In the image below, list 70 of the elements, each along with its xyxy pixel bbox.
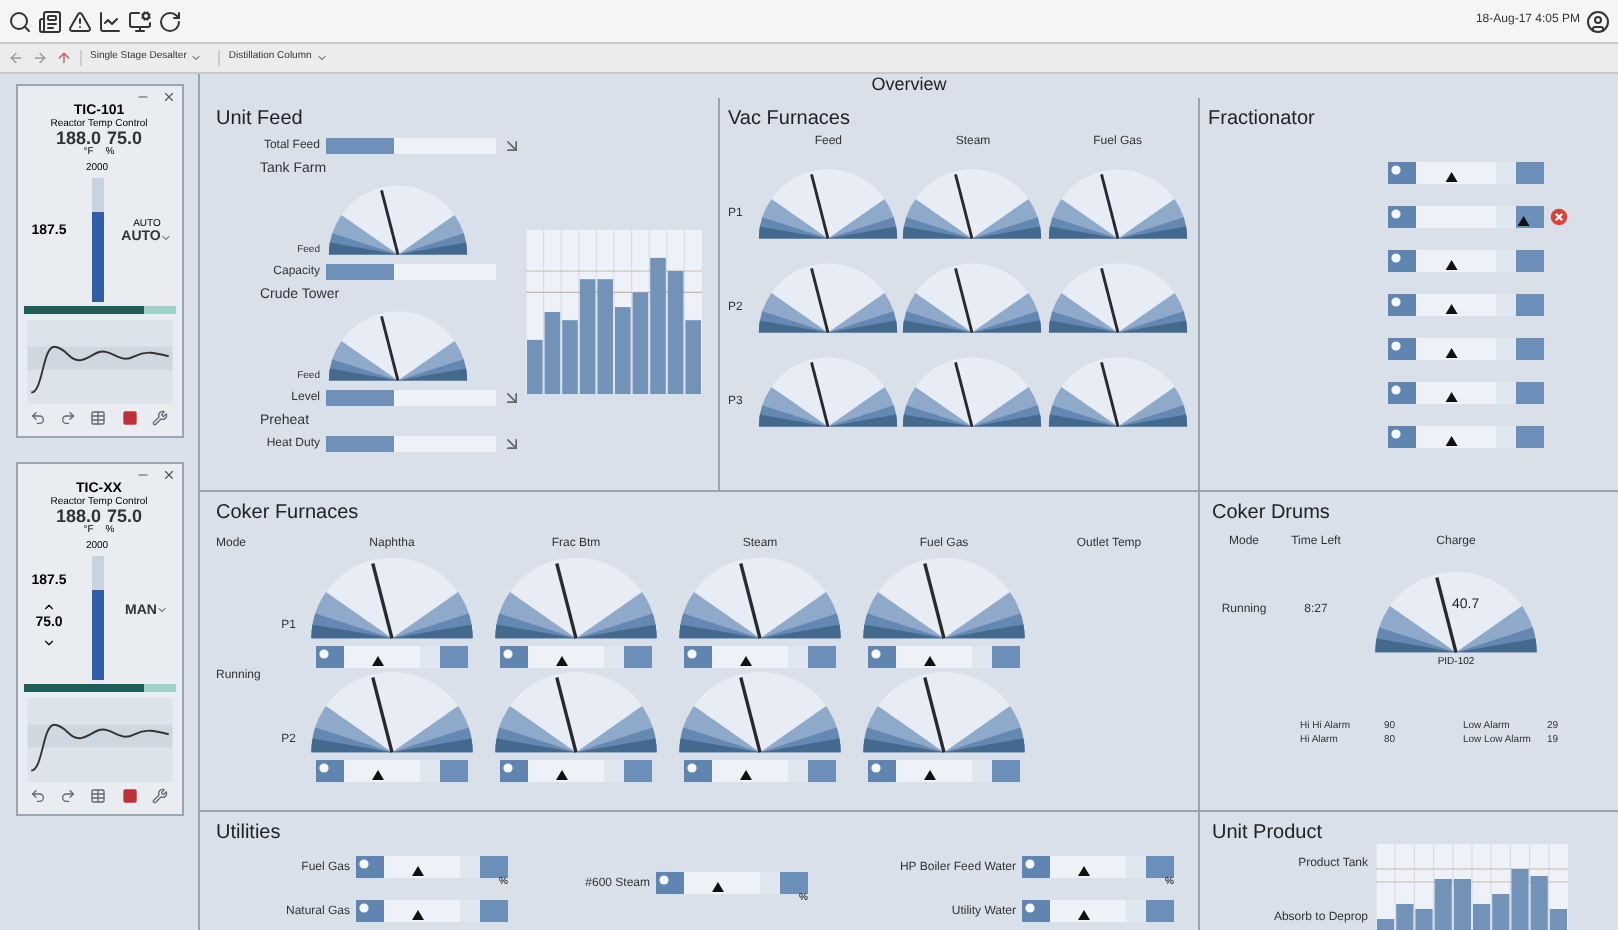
gauge-needle [809, 268, 829, 333]
output-bar-fill [23, 306, 145, 314]
document-icon[interactable] [38, 9, 62, 33]
gauge-needle [371, 677, 394, 753]
warning-icon[interactable] [68, 9, 92, 33]
table-icon[interactable] [90, 410, 107, 426]
monitor-icon[interactable] [128, 9, 152, 33]
gauge-face [758, 357, 897, 427]
panel-title: Fractionator [1208, 110, 1317, 130]
gauge-needle [380, 316, 400, 381]
pv-value: 188.0 [55, 130, 101, 148]
panel-title: Coker Furnaces [216, 504, 361, 524]
up-icon[interactable] [56, 50, 72, 66]
gauge-needle [809, 174, 829, 239]
gauge-face [903, 263, 1042, 333]
gauge-needle [923, 677, 946, 753]
undo-icon[interactable] [30, 788, 47, 804]
caret-icon [160, 231, 173, 243]
refresh-icon[interactable] [158, 9, 182, 33]
gauge-needle [555, 563, 578, 639]
user-icon[interactable] [1586, 9, 1610, 33]
gauge-needle [555, 677, 578, 753]
chart-icon[interactable] [98, 9, 122, 33]
close-icon[interactable] [161, 468, 175, 482]
gauge-needle [371, 563, 394, 639]
output-value: 75.0 [107, 130, 143, 148]
gauge-face [758, 169, 897, 239]
gauge-face [903, 357, 1042, 427]
gauge-needle [1099, 362, 1119, 427]
gauge-face [328, 311, 468, 381]
table-icon[interactable] [90, 788, 107, 804]
wrench-icon[interactable] [151, 410, 168, 426]
increase-icon[interactable] [42, 600, 56, 614]
redo-icon[interactable] [60, 410, 77, 426]
gauge-face [1048, 263, 1187, 333]
pv-value: 188.0 [55, 508, 101, 526]
gauge-needle [954, 362, 974, 427]
gauge-needle [739, 677, 762, 753]
search-icon[interactable] [8, 9, 32, 33]
panel-title: Utilities [216, 824, 283, 844]
gauge-needle [739, 563, 762, 639]
redo-icon[interactable] [60, 788, 77, 804]
wrench-icon[interactable] [151, 788, 168, 804]
gauge-face [1048, 169, 1187, 239]
gauge-needle [923, 563, 946, 639]
gauge-needle [954, 268, 974, 333]
gauge-needle [1099, 174, 1119, 239]
caret-icon [315, 52, 328, 64]
page-title: Overview [871, 72, 947, 99]
gauge-face [903, 169, 1042, 239]
close-icon[interactable] [161, 90, 175, 104]
undo-icon[interactable] [30, 410, 47, 426]
decrease-icon[interactable] [42, 635, 56, 649]
stop-icon[interactable] [121, 788, 138, 804]
gauge-face [328, 185, 468, 255]
panel-title: Vac Furnaces [728, 110, 852, 130]
gauge-needle [1099, 268, 1119, 333]
gauge-needle [954, 174, 974, 239]
output-value: 75.0 [107, 508, 143, 526]
panel-title: Unit Product [1212, 824, 1325, 844]
stop-icon[interactable] [121, 410, 138, 426]
caret-icon [156, 604, 169, 616]
gauge-needle [380, 190, 400, 255]
output-bar-fill [23, 684, 145, 692]
gauge-face [758, 263, 897, 333]
panel-title: Unit Feed [216, 110, 305, 130]
panel-title: Coker Drums [1212, 504, 1332, 524]
caret-icon [190, 52, 203, 64]
gauge-face [1048, 357, 1187, 427]
gauge-needle [809, 362, 829, 427]
